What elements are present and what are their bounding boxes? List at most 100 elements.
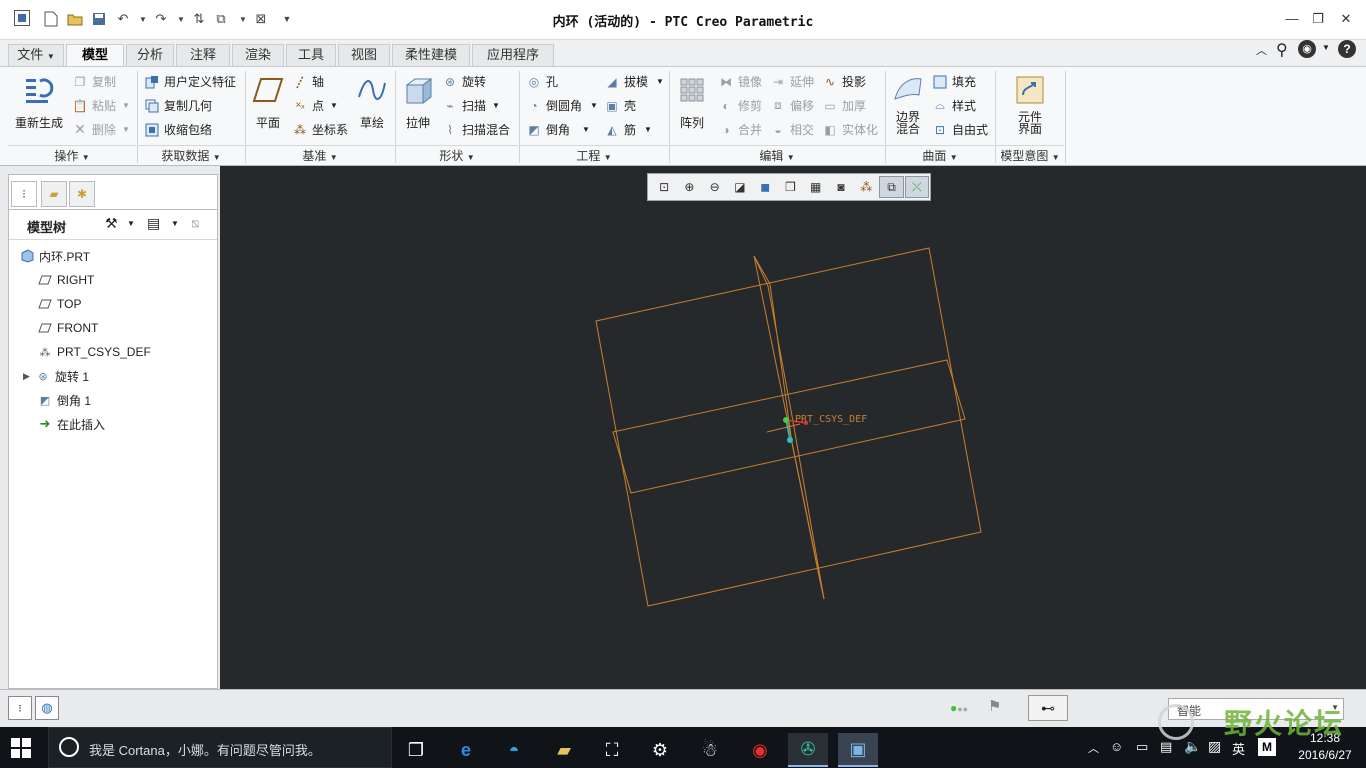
sweep-button[interactable]: ⌁ 扫描 ▼ [442, 97, 500, 114]
project-button[interactable]: ∿ 投影 [822, 73, 866, 90]
merge-button[interactable]: ◑ 合并 [718, 121, 762, 138]
media-player-icon[interactable]: ✇ [788, 733, 828, 767]
tab-view[interactable]: 视图 [338, 44, 390, 66]
csys-button[interactable]: ⁂ 坐标系 [292, 121, 348, 138]
tree-item-top[interactable]: TOP [37, 294, 81, 314]
edge-browser-icon[interactable]: e [446, 733, 486, 767]
pattern-button[interactable]: 阵列 [672, 73, 712, 131]
find-button[interactable]: ⊷ [1028, 695, 1068, 721]
tab-flexible-modeling[interactable]: 柔性建模 [392, 44, 470, 66]
copy-geometry-button[interactable]: 复制几何 [144, 97, 212, 114]
model-viewport[interactable]: PRT_CSYS_DEF [220, 166, 1366, 689]
clock-date[interactable]: 2016/6/27 [1292, 748, 1358, 762]
tree-item-insert-here[interactable]: ➜ 在此插入 [37, 414, 105, 434]
shrinkwrap-button[interactable]: 收缩包络 [144, 121, 212, 138]
browser-app-icon[interactable]: ◓ [494, 733, 534, 767]
tab-file[interactable]: 文件 ▼ [8, 44, 64, 66]
group-surfaces-label[interactable]: 曲面 ▼ [886, 145, 994, 165]
perspective-button[interactable]: ◙ [829, 176, 853, 198]
offset-button[interactable]: ⧈ 偏移 [770, 97, 814, 114]
mirror-button[interactable]: ⧓ 镜像 [718, 73, 762, 90]
spin-center-button[interactable]: ⤬ [904, 176, 929, 198]
datum-display-button[interactable]: ⁂ [854, 176, 878, 198]
group-datum-label[interactable]: 基准 ▼ [246, 145, 394, 165]
point-button[interactable]: ×ₓ 点 ▼ [292, 97, 338, 114]
store-icon[interactable]: ⛶ [592, 733, 632, 767]
zoom-in-button[interactable]: ⊕ [677, 176, 701, 198]
revolve-button[interactable]: ⊛ 旋转 [442, 73, 486, 90]
search-icon[interactable]: ⚲ [1276, 40, 1288, 60]
expand-arrow-icon[interactable]: ▶ [23, 371, 35, 382]
settings-gear-icon[interactable]: ⚙ [640, 733, 680, 767]
netease-music-icon[interactable]: ◉ [740, 733, 780, 767]
folder-browser-tab[interactable]: ▰ [41, 181, 67, 207]
shell-button[interactable]: ▣ 壳 [604, 97, 636, 114]
style-button[interactable]: ⌓ 样式 [932, 97, 976, 114]
favorites-tab[interactable]: ✱ [69, 181, 95, 207]
show-browser-button[interactable]: ◍ [35, 696, 59, 720]
view-manager-button[interactable]: ▦ [804, 176, 828, 198]
axis-button[interactable]: 轴 [292, 73, 324, 90]
annotation-display-button[interactable]: ⧉ [879, 176, 904, 198]
draft-button[interactable]: ◢ 拔模 ▼ [604, 73, 664, 90]
tree-item-part[interactable]: 内环.PRT [19, 246, 90, 266]
chamfer-button[interactable]: ◩ 倒角 ▼ [526, 121, 590, 138]
tree-item-chamfer[interactable]: ◩ 倒角 1 [37, 390, 91, 410]
task-view-icon[interactable]: ❐ [396, 733, 436, 767]
udf-button[interactable]: 用户定义特征 [144, 73, 236, 90]
file-explorer-icon[interactable]: ▰ [544, 733, 584, 767]
flag-icon[interactable]: ⚑ [988, 697, 1001, 715]
trim-button[interactable]: ◐ 修剪 [718, 97, 762, 114]
zoom-out-button[interactable]: ⊖ [703, 176, 727, 198]
tab-annotate[interactable]: 注释 [176, 44, 230, 66]
show-navigator-button[interactable]: ⁝ [8, 696, 32, 720]
group-editing-label[interactable]: 编辑 ▼ [670, 145, 884, 165]
tree-display-list-icon[interactable]: ▤ [147, 215, 160, 232]
extend-button[interactable]: ⇥ 延伸 [770, 73, 814, 90]
refit-button[interactable]: ⊡ [652, 176, 676, 198]
thicken-button[interactable]: ▭ 加厚 [822, 97, 866, 114]
tab-model[interactable]: 模型 [66, 44, 124, 67]
group-get-data-label[interactable]: 获取数据 ▼ [138, 145, 244, 165]
round-button[interactable]: ◔ 倒圆角 ▼ [526, 97, 598, 114]
freestyle-button[interactable]: ⊡ 自由式 [932, 121, 988, 138]
fill-button[interactable]: 填充 [932, 73, 976, 90]
close-button[interactable]: ✕ [1332, 8, 1360, 30]
tray-person-icon[interactable]: ☺ [1110, 739, 1123, 754]
help-icon[interactable]: ◉ [1298, 40, 1316, 58]
maximize-button[interactable]: ❐ [1304, 8, 1332, 30]
extrude-button[interactable]: 拉伸 [398, 73, 438, 131]
copy-button[interactable]: ❐ 复制 [72, 73, 116, 90]
tray-expand-icon[interactable]: ︿ [1088, 740, 1099, 756]
selection-filter-select[interactable]: 智能 ▼ [1168, 698, 1344, 720]
plane-button[interactable]: 平面 [248, 73, 288, 131]
boundary-blend-button[interactable]: 边界 混合 [888, 73, 928, 135]
creo-taskbar-icon[interactable]: ▣ [838, 733, 878, 767]
saved-orientations-button[interactable]: ❒ [778, 176, 802, 198]
help-dropdown-icon[interactable]: ▼ [1322, 43, 1330, 52]
solidify-button[interactable]: ◧ 实体化 [822, 121, 878, 138]
windows-start-icon[interactable] [10, 737, 34, 759]
filter-dropdown-icon[interactable]: ▼ [1331, 703, 1339, 712]
regenerate-button[interactable]: 重新生成 [10, 73, 68, 131]
tree-settings-hammer-icon[interactable]: ⚒ [105, 215, 118, 232]
tree-item-right[interactable]: RIGHT [37, 270, 94, 290]
tab-analysis[interactable]: 分析 [126, 44, 174, 66]
tab-tools[interactable]: 工具 [286, 44, 336, 66]
tree-settings-dropdown-icon[interactable]: ▼ [127, 219, 135, 228]
tray-network-icon[interactable]: ▤ [1160, 739, 1172, 755]
group-operations-label[interactable]: 操作 ▼ [8, 145, 136, 165]
group-shapes-label[interactable]: 形状 ▼ [396, 145, 518, 165]
repaint-button[interactable]: ◪ [728, 176, 752, 198]
tab-render[interactable]: 渲染 [232, 44, 284, 66]
group-model-intent-label[interactable]: 模型意图 ▼ [996, 145, 1064, 165]
display-style-button[interactable]: ◼ [753, 176, 777, 198]
minimize-button[interactable]: — [1278, 8, 1306, 30]
ime-indicator[interactable]: 英 [1232, 739, 1245, 758]
tray-volume-icon[interactable]: 🔈 [1184, 738, 1201, 755]
sketch-button[interactable]: 草绘 [352, 73, 392, 131]
tray-notification-icon[interactable]: ▨ [1208, 738, 1221, 755]
collapse-ribbon-icon[interactable]: ︿ [1256, 42, 1267, 58]
tree-display-dropdown-icon[interactable]: ▼ [171, 219, 179, 228]
paste-button[interactable]: 📋 粘贴 ▼ [72, 97, 130, 114]
